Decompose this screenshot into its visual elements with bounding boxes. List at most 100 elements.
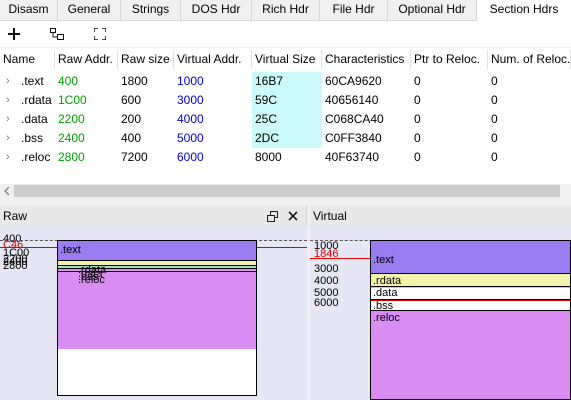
expand-arrow-icon[interactable]: ›: [6, 72, 10, 91]
raw-addr: 2200: [58, 112, 85, 126]
num-of-reloc: 0: [491, 74, 498, 88]
raw-addr: 2400: [58, 131, 85, 145]
virtual-addr: 6000: [177, 150, 204, 164]
num-of-reloc: 0: [491, 150, 498, 164]
section-block-text[interactable]: .text: [58, 241, 256, 261]
section-name: .text: [21, 74, 44, 88]
characteristics: 40656140: [325, 93, 379, 107]
section-name: .bss: [21, 131, 44, 145]
tab-strings[interactable]: Strings: [121, 0, 181, 20]
raw-panel-title: Raw: [3, 209, 28, 223]
close-icon[interactable]: [288, 211, 298, 221]
table-row[interactable]: › .data 2200 200 4000 25C C068CA40 0 0: [0, 110, 571, 129]
tab-section-hdrs[interactable]: Section Hdrs: [477, 0, 571, 21]
raw-size: 1800: [121, 74, 148, 88]
add-section-button[interactable]: [46, 24, 68, 44]
raw-map-panel: 400 C46 1C00 2200 2400 2800 .text .rdata…: [0, 226, 307, 400]
column-header[interactable]: Num. of Reloc.: [488, 50, 571, 69]
ptr-to-reloc: 0: [414, 112, 421, 126]
virtual-map-panel: 1000 1846 3000 4000 5000 6000 .text .rda…: [310, 226, 571, 400]
column-header[interactable]: Raw Addr.: [55, 50, 118, 69]
column-header[interactable]: Virtual Size: [252, 50, 322, 69]
tab-disasm[interactable]: Disasm: [0, 0, 58, 20]
tab-general[interactable]: General: [58, 0, 121, 20]
column-header[interactable]: Name: [0, 50, 55, 69]
virtual-panel-title: Virtual: [313, 209, 347, 223]
table-row[interactable]: › .rdata 1C00 600 3000 59C 40656140 0 0: [0, 91, 571, 110]
fit-button[interactable]: [89, 24, 111, 44]
raw-size: 200: [121, 112, 142, 126]
section-label: .reloc: [78, 274, 105, 286]
expand-arrow-icon[interactable]: ›: [6, 148, 10, 167]
add-button[interactable]: [3, 24, 25, 44]
expand-arrow-icon[interactable]: ›: [6, 110, 10, 129]
section-name: .reloc: [21, 150, 51, 164]
axis-label: 3000: [314, 263, 339, 275]
section-headers-table: Name Raw Addr. Raw size Virtual Addr. Vi…: [0, 48, 571, 184]
table-row[interactable]: › .text 400 1800 1000 16B7 60CA9620 0 0: [0, 72, 571, 91]
virtual-section-map: .text .rdata .data .bss .reloc: [370, 240, 571, 400]
expand-arrow-icon[interactable]: ›: [6, 91, 10, 110]
section-block-reloc[interactable]: .reloc: [371, 311, 570, 399]
section-block-rdata[interactable]: .rdata: [371, 274, 570, 287]
raw-section-map: .text .rdata .data .bss .reloc: [57, 240, 257, 396]
toolbar: [0, 21, 571, 47]
add-section-icon: [50, 28, 64, 40]
virtual-size: 16B7: [252, 72, 322, 91]
raw-addr: 400: [58, 74, 79, 88]
raw-size: 400: [121, 131, 142, 145]
axis-label: 4000: [314, 275, 339, 287]
table-row[interactable]: › .bss 2400 400 5000 2DC C0FF3840 0 0: [0, 129, 571, 148]
tab-bar: Disasm General Strings DOS Hdr Rich Hdr …: [0, 0, 571, 21]
scrollbar-thumb[interactable]: [14, 185, 560, 197]
ptr-to-reloc: 0: [414, 93, 421, 107]
axis-label: 2800: [3, 260, 28, 272]
virtual-addr: 1000: [177, 74, 204, 88]
column-header[interactable]: Ptr to Reloc.: [411, 50, 488, 69]
scroll-left-icon[interactable]: [3, 187, 11, 195]
plus-icon: [8, 28, 20, 40]
tab-dos-hdr[interactable]: DOS Hdr: [181, 0, 252, 20]
axis-label: 6000: [314, 297, 339, 309]
table-row[interactable]: › .reloc 2800 7200 6000 8000 40F63740 0 …: [0, 148, 571, 167]
raw-panel-header: Raw: [0, 206, 307, 226]
section-block-bss[interactable]: .bss: [371, 300, 570, 312]
virtual-addr: 3000: [177, 93, 204, 107]
virtual-size: 59C: [252, 91, 322, 110]
section-block-data[interactable]: .data: [371, 287, 570, 300]
raw-addr: 2800: [58, 150, 85, 164]
virtual-addr: 5000: [177, 131, 204, 145]
tab-rich-hdr[interactable]: Rich Hdr: [252, 0, 320, 20]
column-header[interactable]: Characteristics: [322, 50, 411, 69]
num-of-reloc: 0: [491, 131, 498, 145]
characteristics: 40F63740: [325, 150, 380, 164]
virtual-addr: 4000: [177, 112, 204, 126]
section-name: .data: [21, 112, 48, 126]
horizontal-scrollbar[interactable]: [0, 184, 571, 198]
num-of-reloc: 0: [491, 112, 498, 126]
expand-arrow-icon[interactable]: ›: [6, 129, 10, 148]
ptr-to-reloc: 0: [414, 150, 421, 164]
section-block-text[interactable]: .text: [371, 241, 570, 274]
column-header[interactable]: Virtual Addr.: [174, 50, 252, 69]
tab-file-hdr[interactable]: File Hdr: [320, 0, 388, 20]
num-of-reloc: 0: [491, 93, 498, 107]
ptr-to-reloc: 0: [414, 131, 421, 145]
splitter[interactable]: [0, 198, 571, 206]
virtual-panel-header: Virtual: [310, 206, 571, 226]
raw-size: 7200: [121, 150, 148, 164]
characteristics: C068CA40: [325, 112, 384, 126]
table-header: Name Raw Addr. Raw size Virtual Addr. Vi…: [0, 50, 571, 69]
characteristics: C0FF3840: [325, 131, 382, 145]
raw-size: 600: [121, 93, 142, 107]
virtual-size: 8000: [255, 150, 282, 164]
float-window-icon[interactable]: [267, 211, 278, 222]
characteristics: 60CA9620: [325, 74, 382, 88]
tab-optional-hdr[interactable]: Optional Hdr: [388, 0, 477, 20]
virtual-size: 2DC: [252, 129, 322, 148]
column-header[interactable]: Raw size: [118, 50, 174, 69]
section-name: .rdata: [21, 93, 52, 107]
fit-icon: [94, 28, 106, 40]
ptr-to-reloc: 0: [414, 74, 421, 88]
raw-addr: 1C00: [58, 93, 87, 107]
